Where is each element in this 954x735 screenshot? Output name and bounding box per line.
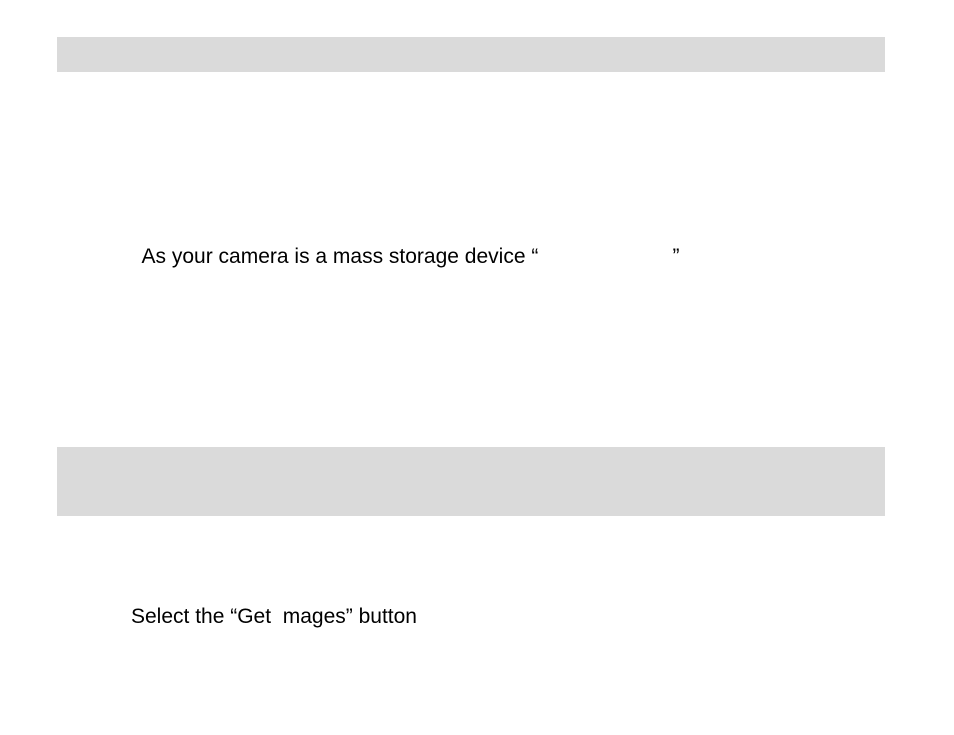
body-text-camera-storage: As your camera is a mass storage device …: [131, 221, 680, 269]
text-fragment-prefix: As your camera is a mass storage device …: [142, 245, 539, 268]
text-fragment-suffix: ”: [673, 245, 680, 268]
text-fragment-blank: [538, 245, 672, 268]
section-header-bar-2: [57, 447, 885, 516]
section-header-bar-1: [57, 37, 885, 72]
body-text-get-images: Select the “Get mages” button: [131, 605, 417, 629]
